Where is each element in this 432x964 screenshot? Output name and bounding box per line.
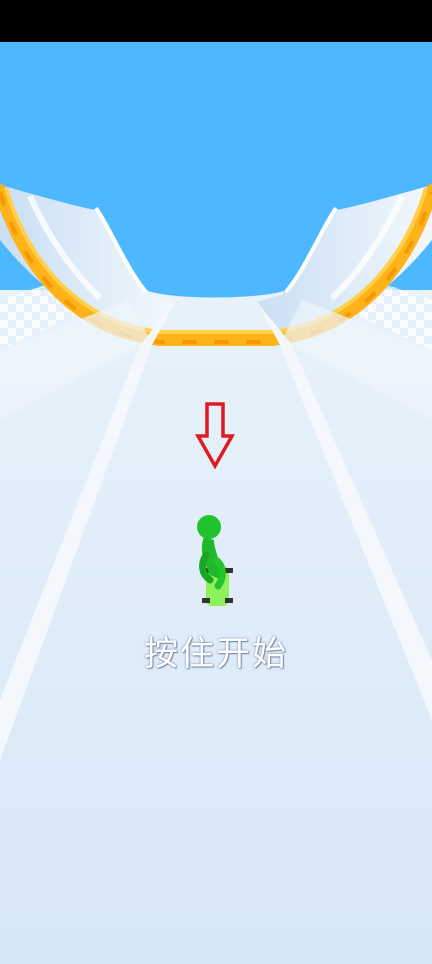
halfpipe-opening <box>95 42 337 298</box>
game-screen[interactable]: 按住开始 <box>0 0 432 964</box>
status-bar <box>0 0 432 42</box>
game-scene[interactable] <box>0 42 432 964</box>
start-prompt-text: 按住开始 <box>144 634 288 674</box>
player-head <box>197 515 221 539</box>
